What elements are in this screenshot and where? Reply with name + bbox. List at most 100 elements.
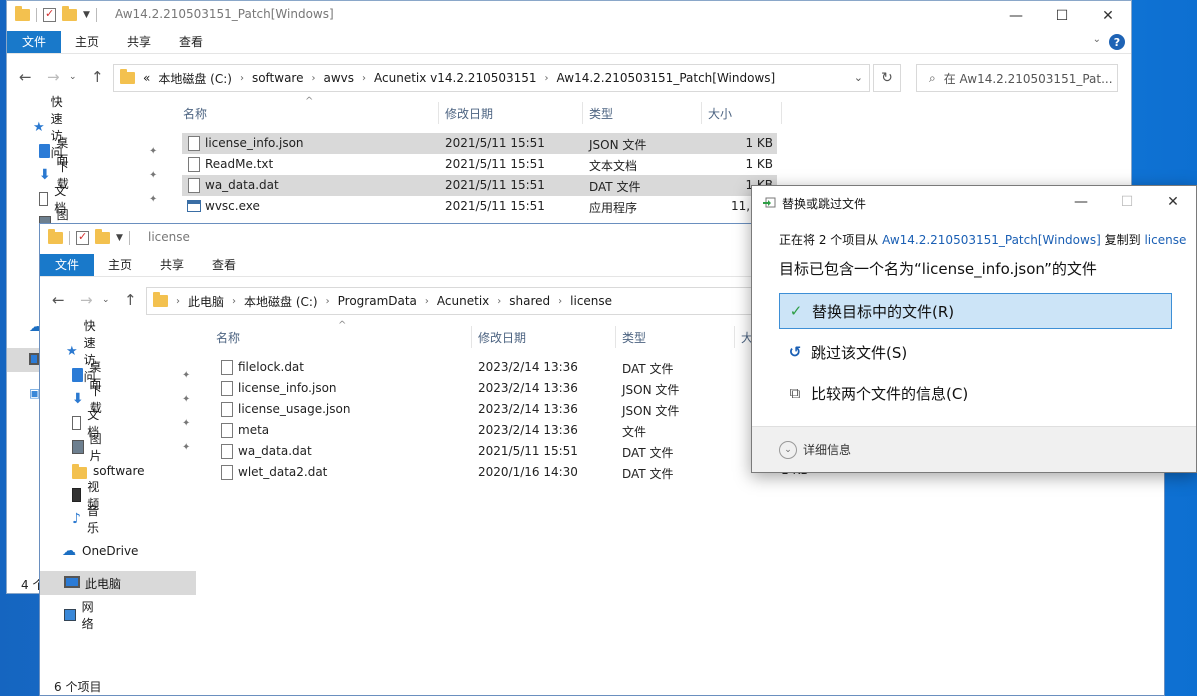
- pin-icon[interactable]: ✦: [182, 394, 190, 405]
- compare-option-button[interactable]: ⧉ 比较两个文件的信息(C): [779, 375, 1172, 411]
- column-divider[interactable]: [582, 102, 583, 124]
- column-header-date[interactable]: 修改日期: [478, 329, 526, 346]
- file-row[interactable]: wvsc.exe 2021/5/11 15:51 应用程序 11,396: [182, 196, 777, 217]
- tab-share[interactable]: 共享: [113, 31, 165, 53]
- file-row[interactable]: wa_data.dat 2021/5/11 15:51 DAT 文件: [215, 441, 775, 462]
- file-name: license_info.json: [205, 136, 304, 150]
- tab-share[interactable]: 共享: [146, 254, 198, 276]
- close-icon[interactable]: ✕: [1085, 1, 1131, 31]
- breadcrumb-segment[interactable]: license: [570, 294, 612, 308]
- column-divider[interactable]: [734, 326, 735, 348]
- sidebar-item-onedrive[interactable]: ☁ OneDrive: [62, 539, 138, 563]
- breadcrumb-segment[interactable]: Aw14.2.210503151_Patch[Windows]: [557, 71, 776, 85]
- tab-view[interactable]: 查看: [165, 31, 217, 53]
- breadcrumb-segment[interactable]: 本地磁盘 (C:): [244, 293, 318, 310]
- column-divider[interactable]: [781, 102, 782, 124]
- cloud-icon: ☁: [62, 543, 76, 559]
- pin-icon[interactable]: ✦: [182, 442, 190, 453]
- file-row[interactable]: license_info.json 2023/2/14 13:36 JSON 文…: [215, 378, 775, 399]
- address-overflow[interactable]: «: [143, 71, 150, 85]
- file-row[interactable]: wlet_data2.dat 2020/1/16 14:30 DAT 文件: [215, 462, 775, 483]
- column-header-date[interactable]: 修改日期: [445, 105, 493, 122]
- properties-icon[interactable]: [76, 230, 89, 245]
- new-folder-icon[interactable]: [62, 6, 77, 21]
- up-arrow-icon[interactable]: ↑: [91, 68, 104, 86]
- breadcrumb-segment[interactable]: ProgramData: [338, 294, 417, 308]
- minimize-icon[interactable]: —: [993, 1, 1039, 31]
- sidebar-item-this-pc[interactable]: 此电脑: [40, 571, 196, 595]
- details-toggle[interactable]: 详细信息: [803, 441, 851, 458]
- address-bar[interactable]: › 此电脑 › 本地磁盘 (C:) › ProgramData › Acunet…: [146, 287, 766, 315]
- breadcrumb-separator-icon: ›: [325, 295, 330, 307]
- column-divider[interactable]: [701, 102, 702, 124]
- column-divider[interactable]: [471, 326, 472, 348]
- column-header-type[interactable]: 类型: [589, 105, 613, 122]
- column-divider[interactable]: [438, 102, 439, 124]
- column-header-name[interactable]: 名称: [183, 105, 207, 122]
- pin-icon[interactable]: ✦: [149, 170, 157, 181]
- new-folder-icon[interactable]: [95, 229, 110, 244]
- breadcrumb-segment[interactable]: awvs: [324, 71, 355, 85]
- back-arrow-icon[interactable]: ←: [19, 68, 32, 86]
- tab-file[interactable]: 文件: [7, 31, 62, 53]
- properties-icon[interactable]: [43, 7, 56, 22]
- back-arrow-icon[interactable]: ←: [52, 291, 65, 309]
- pin-icon[interactable]: ✦: [149, 146, 157, 157]
- up-arrow-icon[interactable]: ↑: [124, 291, 137, 309]
- recent-chevron-icon[interactable]: ⌄: [69, 72, 77, 82]
- breadcrumb-segment[interactable]: Acunetix: [437, 294, 489, 308]
- maximize-icon[interactable]: ☐: [1039, 1, 1085, 31]
- breadcrumb-segment[interactable]: 此电脑: [188, 293, 224, 310]
- help-icon[interactable]: ?: [1109, 34, 1125, 50]
- file-row[interactable]: wa_data.dat 2021/5/11 15:51 DAT 文件 1 KB: [182, 175, 777, 196]
- skip-option-button[interactable]: ↺ 跳过该文件(S): [779, 334, 1172, 370]
- replace-option-button[interactable]: ✓ 替换目标中的文件(R): [779, 293, 1172, 329]
- column-divider[interactable]: [615, 326, 616, 348]
- breadcrumb-segment[interactable]: shared: [509, 294, 550, 308]
- sidebar-item-music[interactable]: ♪ 音乐: [72, 504, 99, 535]
- forward-arrow-icon[interactable]: →: [47, 68, 60, 86]
- toolbar-separator: [95, 8, 97, 22]
- pin-icon[interactable]: ✦: [149, 194, 157, 205]
- destination-folder-link[interactable]: license: [1144, 233, 1186, 247]
- conflict-message: 目标已包含一个名为“license_info.json”的文件: [779, 260, 1097, 278]
- close-icon[interactable]: ✕: [1150, 186, 1196, 218]
- sidebar-item-software[interactable]: software: [72, 459, 145, 483]
- address-dropdown-icon[interactable]: ⌄: [854, 71, 863, 84]
- column-header-name[interactable]: 名称: [216, 329, 240, 346]
- breadcrumb-segment[interactable]: 本地磁盘 (C:): [158, 70, 232, 87]
- tab-home[interactable]: 主页: [61, 31, 113, 53]
- ribbon-expand-icon[interactable]: ⌄: [1093, 34, 1101, 45]
- file-row[interactable]: ReadMe.txt 2021/5/11 15:51 文本文档 1 KB: [182, 154, 777, 175]
- file-icon: [221, 381, 233, 396]
- sidebar-item-network[interactable]: 网络: [64, 600, 98, 631]
- tab-view[interactable]: 查看: [198, 254, 250, 276]
- tab-file[interactable]: 文件: [40, 254, 95, 276]
- sidebar-item-label: software: [93, 464, 145, 478]
- address-bar[interactable]: « 本地磁盘 (C:) › software › awvs › Acunetix…: [113, 64, 870, 92]
- file-row[interactable]: license_usage.json 2023/2/14 13:36 JSON …: [215, 399, 775, 420]
- column-header-row: 名称 ^ 修改日期 类型 大: [210, 320, 770, 348]
- breadcrumb-segment[interactable]: Acunetix v14.2.210503151: [374, 71, 537, 85]
- file-row[interactable]: meta 2023/2/14 13:36 文件: [215, 420, 775, 441]
- file-row[interactable]: filelock.dat 2023/2/14 13:36 DAT 文件: [215, 357, 775, 378]
- chevron-down-icon[interactable]: ▼: [83, 10, 90, 20]
- breadcrumb-segment[interactable]: software: [252, 71, 304, 85]
- source-folder-link[interactable]: Aw14.2.210503151_Patch[Windows]: [882, 233, 1101, 247]
- sidebar-item-this-pc[interactable]: [7, 348, 39, 372]
- column-header-size[interactable]: 大小: [708, 105, 732, 122]
- pin-icon[interactable]: ✦: [182, 418, 190, 429]
- search-input[interactable]: ⌕ 在 Aw14.2.210503151_Pat...: [916, 64, 1118, 92]
- tab-home[interactable]: 主页: [94, 254, 146, 276]
- pin-icon[interactable]: ✦: [182, 370, 190, 381]
- sidebar-item-pictures[interactable]: 图片: [72, 432, 106, 463]
- forward-arrow-icon[interactable]: →: [80, 291, 93, 309]
- minimize-icon[interactable]: —: [1058, 186, 1104, 218]
- document-icon: [72, 416, 82, 430]
- expand-details-icon[interactable]: ⌄: [779, 440, 797, 459]
- recent-chevron-icon[interactable]: ⌄: [102, 295, 110, 305]
- file-row[interactable]: license_info.json 2021/5/11 15:51 JSON 文…: [182, 133, 777, 154]
- chevron-down-icon[interactable]: ▼: [116, 233, 123, 243]
- refresh-icon[interactable]: ↻: [873, 64, 901, 92]
- column-header-type[interactable]: 类型: [622, 329, 646, 346]
